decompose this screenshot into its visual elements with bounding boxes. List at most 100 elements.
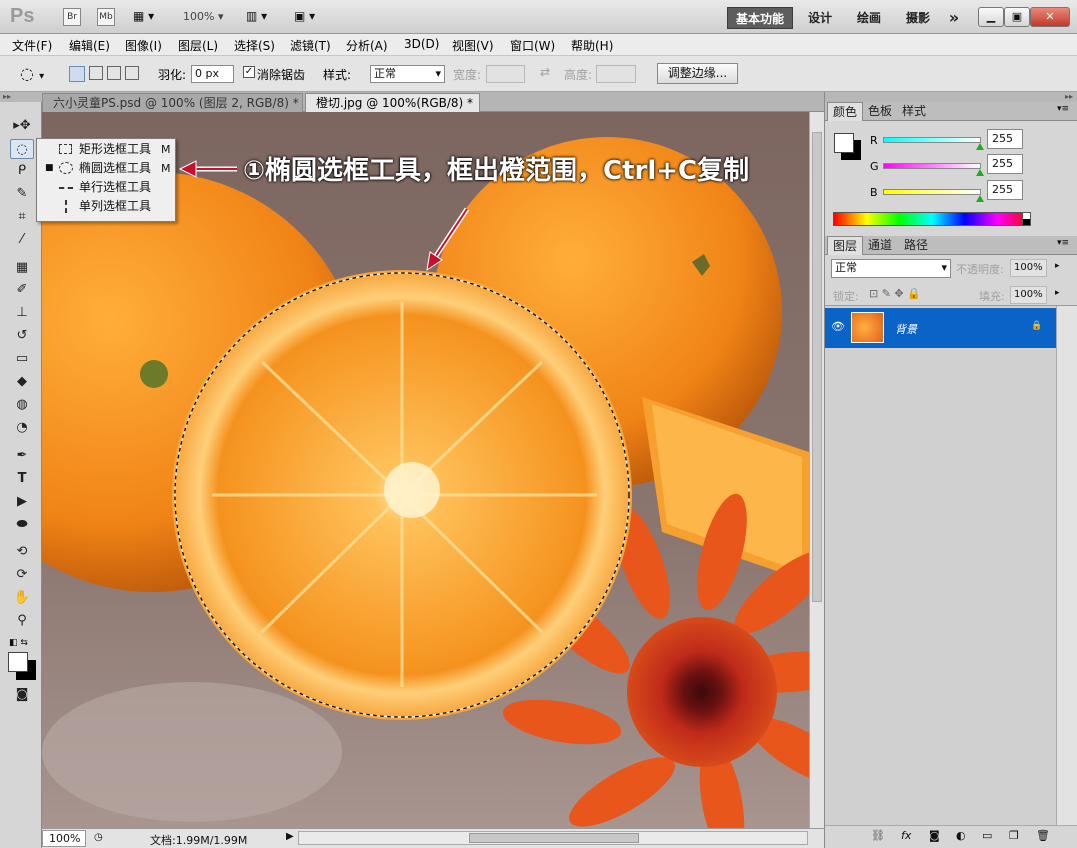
opacity-input[interactable]: 100% [1010, 259, 1047, 277]
pen-tool-icon[interactable]: ✒ [10, 446, 34, 466]
ellipse-shape-tool-icon[interactable]: ⬬ [10, 515, 34, 535]
workspace-painting[interactable]: 绘画 [848, 7, 890, 29]
arrange-documents-dropdown[interactable]: ▥ ▾ [246, 9, 267, 23]
layer-name[interactable]: 背景 [895, 321, 917, 337]
opacity-arrow-icon[interactable]: ▸ [1055, 261, 1060, 271]
path-selection-tool-icon[interactable]: ▶ [10, 492, 34, 512]
menu-analysis[interactable]: 分析(A) [346, 37, 388, 54]
tab-paths[interactable]: 路径 [899, 236, 933, 255]
dock-collapse-icon[interactable]: ▸▸ [825, 92, 1077, 102]
fx-icon[interactable]: fx [901, 829, 911, 842]
scroll-thumb[interactable] [469, 833, 639, 843]
tab-liuxiao-psd[interactable]: 六小灵童PS.psd @ 100% (图层 2, RGB/8) *✕ [42, 93, 303, 127]
lasso-tool-icon[interactable]: ᑭ [10, 161, 34, 181]
more-workspaces-icon[interactable]: » [944, 7, 964, 29]
channel-g-thumb[interactable] [976, 169, 984, 176]
menu-view[interactable]: 视图(V) [452, 37, 494, 54]
3d-orbit-tool-icon[interactable]: ⟳ [10, 565, 34, 585]
dodge-tool-icon[interactable]: ◔ [10, 418, 34, 438]
channel-r-thumb[interactable] [976, 143, 984, 150]
default-colors-icon[interactable]: ◧ ⇆ [9, 638, 28, 648]
menu-layer[interactable]: 图层(L) [178, 37, 218, 54]
tab-layers[interactable]: 图层 [827, 236, 864, 255]
clone-stamp-tool-icon[interactable]: ⊥ [10, 303, 34, 323]
menu-help[interactable]: 帮助(H) [571, 37, 613, 54]
swap-icon[interactable]: ⇄ [540, 65, 550, 79]
tab-swatches[interactable]: 色板 [863, 102, 897, 121]
menu-filter[interactable]: 滤镜(T) [290, 37, 331, 54]
refine-edge-button[interactable]: 调整边缘... [657, 63, 738, 84]
channel-g-slider[interactable] [883, 163, 981, 169]
minimize-button[interactable]: ▁ [978, 7, 1004, 27]
menu-3d[interactable]: 3D(D) [404, 37, 439, 51]
new-layer-icon[interactable]: ❐ [1009, 829, 1019, 842]
menu-window[interactable]: 窗口(W) [510, 37, 555, 54]
paint-bucket-tool-icon[interactable]: ◆ [10, 372, 34, 392]
quick-mask-icon[interactable]: ◙ [10, 685, 34, 705]
bridge-button[interactable]: Br [63, 8, 81, 26]
intersect-selection-icon[interactable] [125, 66, 139, 80]
view-extras-dropdown[interactable]: ▦ ▾ [133, 9, 163, 25]
restore-button[interactable]: ▣ [1004, 7, 1030, 27]
tab-color[interactable]: 颜色 [827, 102, 864, 121]
status-menu-icon[interactable]: ▶ [286, 831, 294, 842]
panel-menu-icon[interactable]: ▾≡ [1057, 238, 1069, 248]
bw-swatch[interactable] [1022, 212, 1031, 226]
status-icon[interactable]: ◷ [94, 832, 103, 843]
scroll-thumb[interactable] [812, 132, 822, 602]
channel-b-input[interactable]: 255 [987, 180, 1023, 200]
group-icon[interactable]: ▭ [982, 829, 992, 842]
screen-mode-dropdown[interactable]: ▣ ▾ [294, 9, 315, 23]
zoom-field[interactable]: 100% [42, 830, 86, 847]
move-tool-icon[interactable]: ▸✥ [10, 116, 34, 136]
height-input[interactable] [596, 65, 636, 83]
tab-orange-jpg[interactable]: 橙切.jpg @ 100%(RGB/8) *✕ [305, 93, 480, 127]
crop-tool-icon[interactable]: ⌗ [10, 207, 34, 227]
flyout-item-rect-marquee[interactable]: 矩形选框工具 M [37, 140, 175, 159]
eraser-tool-icon[interactable]: ▭ [10, 349, 34, 369]
layers-scrollbar[interactable] [1056, 306, 1077, 826]
channel-r-slider[interactable] [883, 137, 981, 143]
fill-input[interactable]: 100% [1010, 286, 1047, 304]
brush-tool-icon[interactable]: ✐ [10, 280, 34, 300]
visibility-eye-icon[interactable]: 👁 [831, 320, 845, 333]
feather-input[interactable]: 0 px [191, 65, 234, 83]
workspace-design[interactable]: 设计 [800, 7, 840, 29]
antialias-checkbox[interactable]: ✓ [243, 66, 255, 78]
menu-file[interactable]: 文件(F) [12, 37, 52, 54]
quick-selection-tool-icon[interactable]: ✎ [10, 184, 34, 204]
blend-mode-select[interactable]: 正常 ▾ [831, 259, 951, 278]
mini-bridge-button[interactable]: Mb [97, 8, 115, 26]
new-selection-icon[interactable] [69, 66, 85, 82]
flyout-item-single-column[interactable]: 单列选框工具 [37, 197, 175, 216]
eyedropper-tool-icon[interactable]: ⁄ [10, 230, 34, 250]
tool-preset-picker[interactable]: ◌ ▾ [20, 64, 44, 83]
mask-icon[interactable]: ◙ [929, 829, 940, 842]
close-button[interactable]: ✕ [1030, 7, 1070, 27]
subtract-from-selection-icon[interactable] [107, 66, 121, 80]
tab-styles[interactable]: 样式 [897, 102, 931, 121]
panel-menu-icon[interactable]: ▾≡ [1057, 104, 1069, 114]
channel-b-slider[interactable] [883, 189, 981, 195]
channel-g-input[interactable]: 255 [987, 154, 1023, 174]
trash-icon[interactable]: 🗑 [1036, 829, 1050, 842]
zoom-tool-icon[interactable]: ⚲ [10, 611, 34, 631]
flyout-item-ellipse-marquee[interactable]: ■ 椭圆选框工具 M [37, 159, 175, 178]
width-input[interactable] [486, 65, 525, 83]
3d-rotate-tool-icon[interactable]: ⟲ [10, 542, 34, 562]
channel-r-input[interactable]: 255 [987, 129, 1023, 149]
history-brush-tool-icon[interactable]: ↺ [10, 326, 34, 346]
foreground-color-swatch[interactable] [8, 652, 28, 672]
workspace-photography[interactable]: 摄影 [898, 7, 938, 29]
add-to-selection-icon[interactable] [89, 66, 103, 80]
workspace-essentials[interactable]: 基本功能 [727, 7, 793, 29]
fill-arrow-icon[interactable]: ▸ [1055, 288, 1060, 298]
vertical-scrollbar[interactable] [809, 112, 824, 828]
menu-select[interactable]: 选择(S) [234, 37, 275, 54]
menu-image[interactable]: 图像(I) [125, 37, 162, 54]
foreground-swatch[interactable] [834, 133, 854, 153]
toolbox-collapse-icon[interactable]: ▸▸ [0, 92, 42, 102]
style-select[interactable]: 正常 ▾ [370, 65, 445, 83]
channel-b-thumb[interactable] [976, 195, 984, 202]
menu-edit[interactable]: 编辑(E) [69, 37, 110, 54]
